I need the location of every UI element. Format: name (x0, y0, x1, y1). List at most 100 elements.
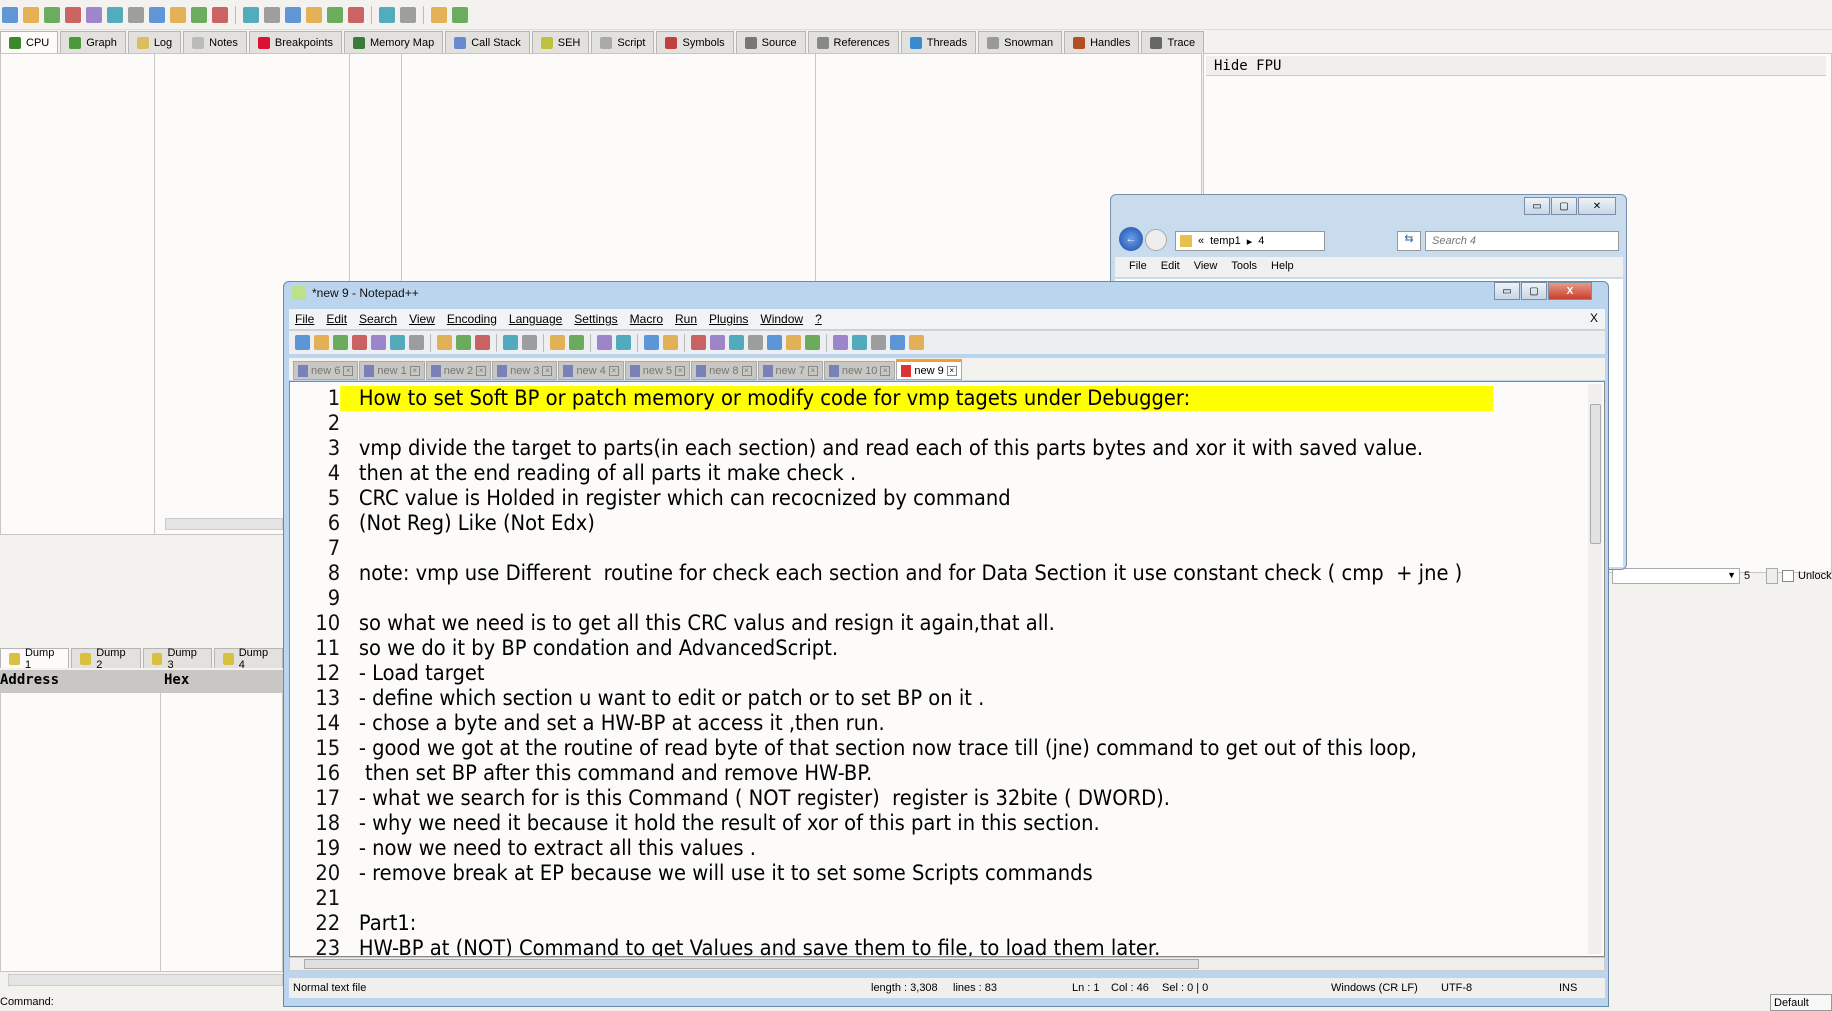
device-icon[interactable] (400, 6, 416, 23)
menu-help[interactable]: Help (1271, 260, 1294, 274)
vertical-scrollbar[interactable] (1588, 384, 1602, 954)
sync-v-icon[interactable] (644, 335, 659, 350)
save-all-icon[interactable] (352, 335, 367, 350)
path-overflow[interactable]: « (1198, 235, 1204, 247)
close-tab-icon[interactable]: × (343, 365, 354, 376)
pause-icon[interactable] (86, 6, 102, 23)
open-icon[interactable] (314, 335, 329, 350)
tab-symbols[interactable]: Symbols (656, 31, 734, 53)
minimize-button[interactable]: ▭ (1524, 197, 1550, 215)
tab-snowman[interactable]: Snowman (978, 31, 1063, 53)
text-editor[interactable]: 1 How to set Soft BP or patch memory or m… (289, 381, 1605, 957)
tab-source[interactable]: Source (735, 31, 806, 53)
forward-icon[interactable] (1145, 229, 1167, 251)
hash-icon[interactable] (348, 6, 364, 23)
function-icon[interactable] (327, 6, 343, 23)
menu-edit[interactable]: Edit (326, 312, 347, 326)
dump-hscrollbar[interactable] (8, 974, 283, 986)
document-tab[interactable]: new 5 × (624, 361, 691, 380)
comment-icon[interactable] (264, 6, 280, 23)
breadcrumb-4[interactable]: 4 (1258, 235, 1264, 247)
menu-macro[interactable]: Macro (630, 312, 663, 326)
close-tab-icon[interactable]: × (675, 365, 686, 376)
hex-column-header[interactable]: Hex (164, 672, 189, 688)
tab-memory-map[interactable]: Memory Map (344, 31, 444, 53)
close-tab-icon[interactable]: × (807, 365, 818, 376)
restart-icon[interactable] (23, 6, 39, 23)
close-tab-icon[interactable]: × (409, 365, 420, 376)
address-bar[interactable]: « temp1 ▸ 4 (1175, 231, 1325, 251)
tab-dump-4[interactable]: Dump 4 (213, 648, 283, 668)
menu-file[interactable]: File (1129, 260, 1147, 274)
menu-view[interactable]: View (409, 312, 435, 326)
menu-edit[interactable]: Edit (1161, 260, 1180, 274)
close-tab-icon[interactable]: × (880, 365, 891, 376)
run-to-user-code-icon[interactable] (212, 6, 228, 23)
record-macro-icon[interactable] (833, 335, 848, 350)
menu-tools[interactable]: Tools (1231, 260, 1257, 274)
menu-search[interactable]: Search (359, 312, 397, 326)
document-tab[interactable]: new 9 × (896, 359, 962, 380)
step-over-icon[interactable] (128, 6, 144, 23)
tab-log[interactable]: Log (127, 31, 182, 53)
undo-icon[interactable] (503, 335, 518, 350)
document-tab[interactable]: new 1 × (359, 361, 425, 380)
horizontal-scrollbar[interactable] (289, 957, 1605, 971)
tab-breakpoints[interactable]: Breakpoints (248, 31, 343, 53)
close-button[interactable]: X (1548, 282, 1592, 300)
menu-view[interactable]: View (1194, 260, 1218, 274)
eol-format[interactable]: Windows (CR LF) (1331, 982, 1418, 994)
close-tab-icon[interactable]: × (476, 365, 487, 376)
replace-icon[interactable] (569, 335, 584, 350)
find-icon[interactable] (550, 335, 565, 350)
stop-icon[interactable] (44, 6, 60, 23)
step-into-icon[interactable] (107, 6, 123, 23)
spinner-icon[interactable] (1766, 568, 1778, 584)
play-macro-icon[interactable] (871, 335, 886, 350)
close-document-button[interactable]: X (1590, 311, 1598, 325)
document-tab[interactable]: new 4 × (558, 361, 624, 380)
unlocked-checkbox[interactable] (1782, 570, 1794, 582)
document-tab[interactable]: new 7 × (757, 361, 823, 380)
zoom-in-icon[interactable] (597, 335, 612, 350)
maximize-button[interactable]: ▢ (1521, 282, 1547, 300)
menu-language[interactable]: Language (509, 312, 562, 326)
tab-seh[interactable]: SEH (531, 31, 590, 53)
document-tab[interactable]: new 2 × (425, 361, 492, 380)
trace-into-icon[interactable] (149, 6, 165, 23)
wrap-icon[interactable] (691, 335, 706, 350)
document-tab[interactable]: new 6 × (293, 361, 359, 380)
search-input[interactable] (1425, 231, 1619, 251)
paste-icon[interactable] (475, 335, 490, 350)
trace-over-icon[interactable] (170, 6, 186, 23)
close-tab-icon[interactable]: × (542, 365, 553, 376)
stop-record-icon[interactable] (852, 335, 867, 350)
encoding[interactable]: UTF-8 (1441, 982, 1472, 994)
tab-threads[interactable]: Threads (900, 31, 977, 53)
tab-graph[interactable]: Graph (60, 31, 126, 53)
cut-icon[interactable] (437, 335, 452, 350)
tab-handles[interactable]: Handles (1064, 31, 1140, 53)
document-tab[interactable]: new 8 × (691, 361, 757, 380)
disasm-hscrollbar[interactable] (165, 518, 283, 530)
show-all-chars-icon[interactable] (710, 335, 725, 350)
copy-icon[interactable] (456, 335, 471, 350)
menu-help[interactable]: ? (815, 312, 822, 326)
menu-file[interactable]: File (295, 312, 314, 326)
globe-icon[interactable] (452, 6, 468, 23)
tab-references[interactable]: References (807, 31, 899, 53)
sync-h-icon[interactable] (663, 335, 678, 350)
breadcrumb-temp1[interactable]: temp1 (1210, 235, 1241, 247)
print-icon[interactable] (409, 335, 424, 350)
run-icon[interactable] (65, 6, 81, 23)
save-icon[interactable] (333, 335, 348, 350)
hide-fpu-button[interactable]: Hide FPU (1206, 56, 1826, 76)
function-list-icon[interactable] (767, 335, 782, 350)
tab-dump-2[interactable]: Dump 2 (71, 648, 141, 668)
minimize-button[interactable]: ▭ (1494, 282, 1520, 300)
tab-dump-3[interactable]: Dump 3 (142, 648, 212, 668)
dump-pane[interactable] (0, 692, 283, 972)
tab-notes[interactable]: Notes (183, 31, 247, 53)
default-dropdown[interactable]: Default (1770, 994, 1832, 1011)
close-tab-icon[interactable]: × (608, 365, 619, 376)
